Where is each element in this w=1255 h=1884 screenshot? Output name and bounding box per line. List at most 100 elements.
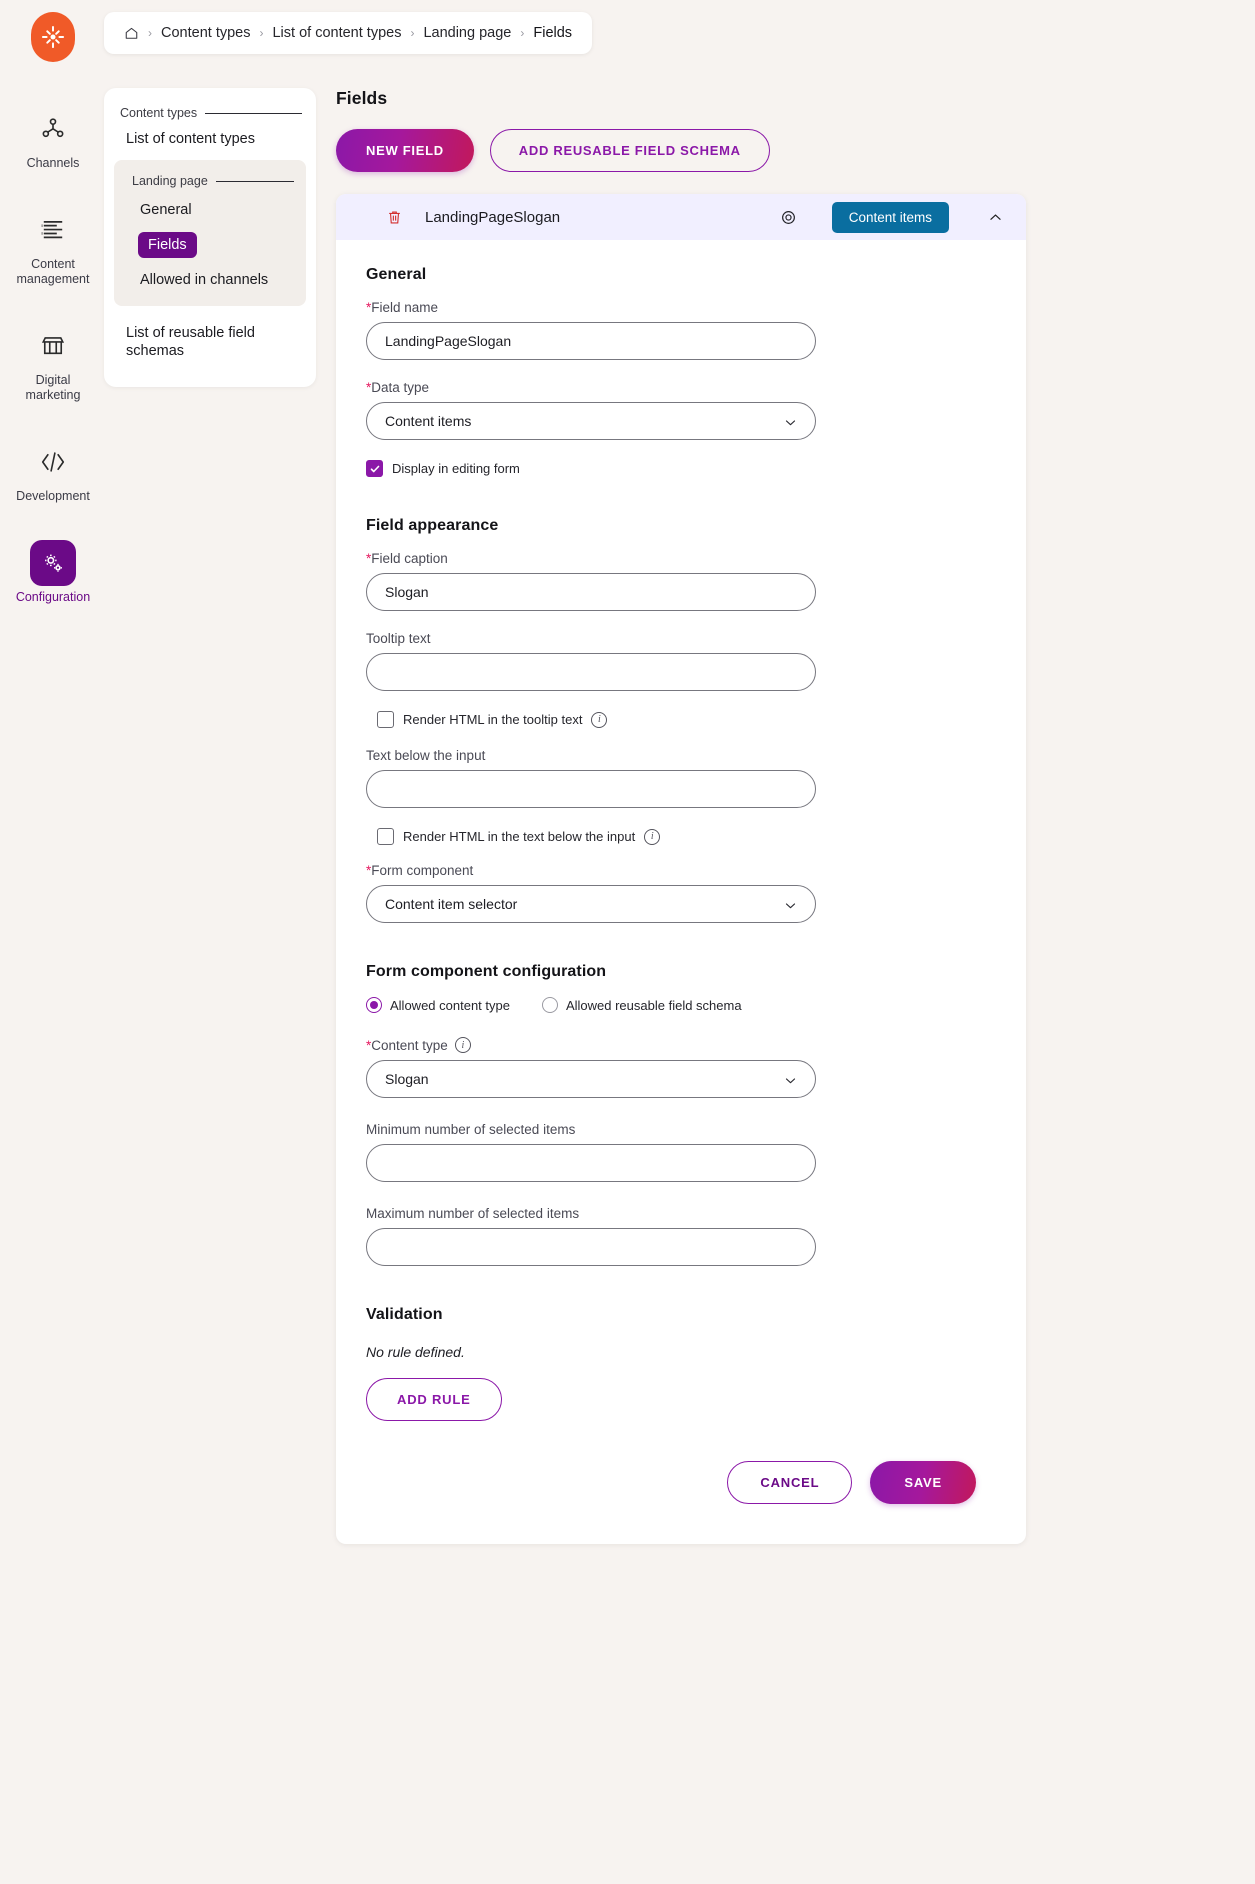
subnav-header: Content types (104, 106, 316, 120)
content-type-label-wrap: *Content type i (366, 1037, 976, 1053)
field-name-label: *Field name (366, 300, 439, 315)
breadcrumb: › Content types › List of content types … (104, 12, 593, 54)
subnav-item-list-of-content-types[interactable]: List of content types (104, 120, 316, 156)
main-content: Fields NEW FIELD ADD REUSABLE FIELD SCHE… (336, 88, 1026, 1544)
sidebar-item-label: Configuration (15, 590, 91, 604)
subnav-sub-wrap: Allowed in channels (114, 258, 306, 292)
min-items-input[interactable] (366, 1144, 816, 1182)
kentico-logo[interactable] (31, 12, 75, 62)
sidebar-item-digital-marketing[interactable]: Digital marketing (0, 317, 106, 403)
field-card-title: LandingPageSlogan (425, 208, 561, 226)
sidebar-item-label: Channels (26, 156, 80, 170)
display-in-editing-form-checkbox[interactable] (366, 460, 383, 477)
subnav-group-header-label: Landing page (132, 174, 208, 188)
digital-marketing-icon (30, 323, 76, 369)
info-icon[interactable]: i (591, 711, 608, 728)
secondary-sidebar: Content types List of content types Land… (104, 88, 316, 387)
breadcrumb-separator: › (410, 26, 415, 40)
subnav-header-rule (205, 112, 302, 114)
min-items-label: Minimum number of selected items (366, 1122, 576, 1137)
subnav-item-list-of-reusable-field-schemas[interactable]: List of reusable field schemas (104, 310, 316, 369)
text-below-input-group: Text below the input (366, 748, 976, 808)
trash-icon[interactable] (386, 209, 403, 226)
chevron-up-icon[interactable] (987, 209, 1004, 226)
subnav-sub-wrap: General (114, 188, 306, 222)
render-html-below-label: Render HTML in the text below the input (403, 829, 636, 844)
sidebar-item-content-management[interactable]: Content management (0, 201, 106, 287)
sidebar-item-channels[interactable]: Channels (0, 100, 106, 171)
sidebar-item-development[interactable]: Development (0, 433, 106, 504)
breadcrumb-separator: › (148, 26, 152, 40)
display-in-editing-form-label: Display in editing form (392, 461, 520, 476)
field-card: LandingPageSlogan Content items General (336, 194, 1026, 1544)
no-rule-text: No rule defined. (366, 1344, 465, 1360)
text-below-input[interactable] (366, 770, 816, 808)
app-root: Channels Content management Digital mark… (0, 0, 1255, 1884)
breadcrumb-item-fields: Fields (533, 25, 573, 41)
content-type-label: *Content type (366, 1037, 448, 1053)
subnav-item-fields[interactable]: Fields (138, 232, 197, 258)
field-caption-group: *Field caption (366, 551, 976, 611)
data-type-select[interactable] (366, 402, 816, 440)
field-name-input[interactable] (366, 322, 816, 360)
subnav-item-general[interactable]: General (138, 198, 194, 222)
tooltip-text-group: Tooltip text (366, 631, 976, 691)
channels-icon (30, 106, 76, 152)
max-items-label: Maximum number of selected items (366, 1206, 580, 1221)
configuration-icon (30, 540, 76, 586)
development-icon (30, 439, 76, 485)
add-rule-button[interactable]: ADD RULE (366, 1378, 502, 1421)
allowed-source-radio-group: Allowed content type Allowed reusable fi… (366, 997, 976, 1013)
save-button[interactable]: SAVE (870, 1461, 976, 1504)
render-html-below-checkbox[interactable] (377, 828, 394, 845)
subnav-item-allowed-in-channels[interactable]: Allowed in channels (138, 268, 270, 292)
section-title-general: General (366, 266, 427, 283)
max-items-input[interactable] (366, 1228, 816, 1266)
radio-allowed-content-type[interactable]: Allowed content type (366, 997, 510, 1013)
text-below-input-label: Text below the input (366, 748, 486, 763)
breadcrumb-separator: › (259, 26, 264, 40)
content-type-select-wrap (366, 1060, 816, 1098)
field-card-header: LandingPageSlogan Content items (336, 194, 1026, 240)
content-items-pill[interactable]: Content items (831, 201, 949, 233)
primary-sidebar: Channels Content management Digital mark… (0, 0, 106, 1884)
data-type-label: *Data type (366, 380, 430, 395)
info-icon[interactable]: i (644, 828, 661, 845)
radio-allowed-reusable-field-schema-label: Allowed reusable field schema (565, 997, 742, 1013)
radio-allowed-reusable-field-schema[interactable]: Allowed reusable field schema (541, 997, 742, 1013)
home-icon[interactable] (124, 26, 139, 41)
radio-allowed-content-type-control[interactable] (366, 997, 382, 1013)
content-type-select[interactable] (366, 1060, 816, 1098)
breadcrumb-item-list-of-content-types[interactable]: List of content types (272, 25, 401, 41)
render-html-below-row[interactable]: Render HTML in the text below the input … (377, 828, 976, 845)
section-title-form-component-configuration: Form component configuration (366, 963, 607, 980)
min-items-group: Minimum number of selected items (366, 1122, 976, 1182)
breadcrumb-item-landing-page[interactable]: Landing page (423, 25, 511, 41)
content-type-group: *Content type i (366, 1037, 976, 1098)
main-action-bar: NEW FIELD ADD REUSABLE FIELD SCHEMA (336, 129, 1026, 172)
form-component-label: *Form component (366, 863, 474, 878)
sidebar-item-label: Development (16, 489, 90, 503)
form-component-select-wrap (366, 885, 816, 923)
field-caption-label: *Field caption (366, 551, 448, 566)
sidebar-item-label: Digital marketing (25, 373, 81, 402)
card-footer: CANCEL SAVE (336, 1421, 1026, 1504)
breadcrumb-item-content-types[interactable]: Content types (161, 25, 250, 41)
tooltip-text-input[interactable] (366, 653, 816, 691)
subnav-group-rule (215, 180, 294, 182)
data-type-group: *Data type (366, 380, 976, 440)
sidebar-item-configuration[interactable]: Configuration (0, 534, 106, 605)
display-in-editing-form-row[interactable]: Display in editing form (366, 460, 976, 477)
new-field-button[interactable]: NEW FIELD (336, 129, 474, 172)
field-caption-input[interactable] (366, 573, 816, 611)
cancel-button[interactable]: CANCEL (727, 1461, 853, 1504)
add-reusable-field-schema-button[interactable]: ADD REUSABLE FIELD SCHEMA (489, 129, 770, 172)
render-html-tooltip-checkbox[interactable] (377, 711, 394, 728)
radio-allowed-content-type-label: Allowed content type (390, 997, 510, 1013)
eye-icon[interactable] (779, 208, 798, 227)
radio-allowed-reusable-field-schema-control[interactable] (541, 997, 558, 1013)
render-html-tooltip-row[interactable]: Render HTML in the tooltip text i (377, 711, 976, 728)
sidebar-item-label: Content management (16, 257, 90, 286)
info-icon[interactable]: i (454, 1037, 471, 1053)
form-component-select[interactable] (366, 885, 816, 923)
